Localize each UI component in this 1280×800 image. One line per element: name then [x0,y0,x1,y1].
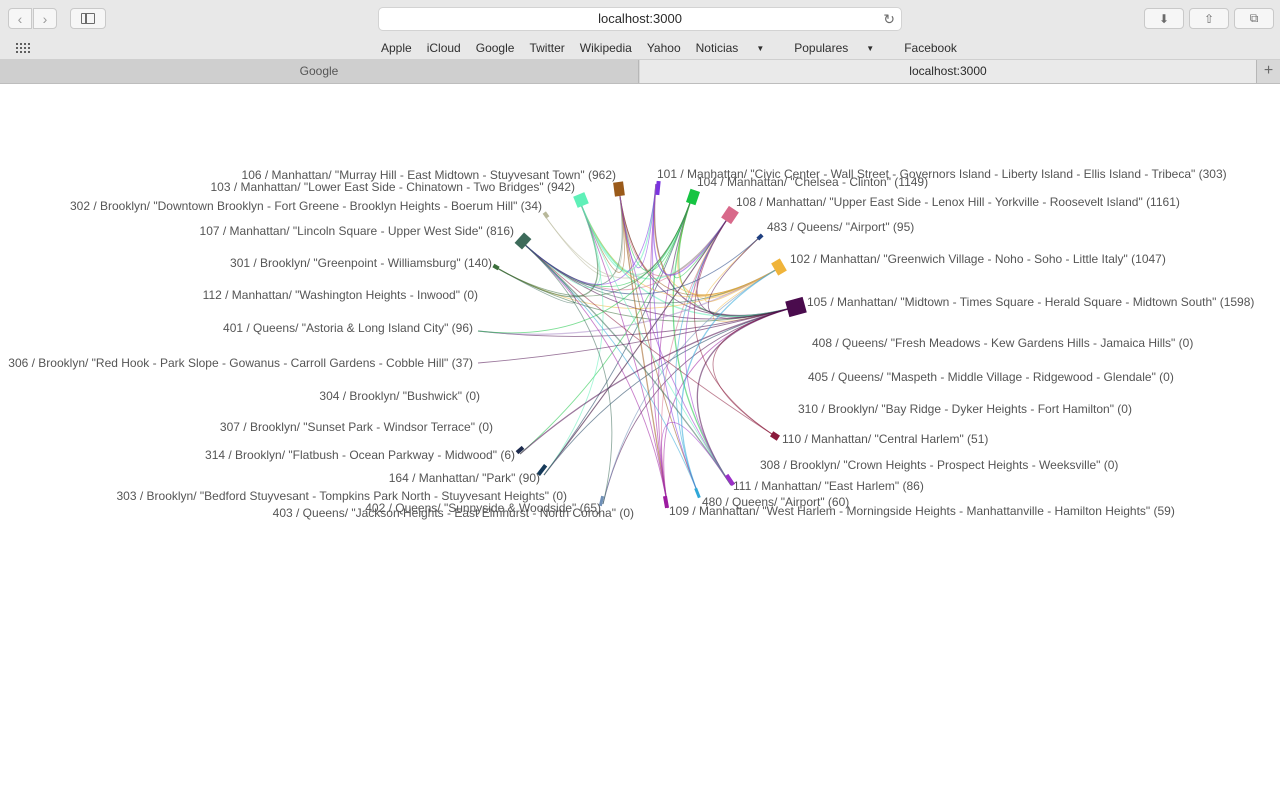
chord-label-301: 301 / Brooklyn/ "Greenpoint - Williamsbu… [230,256,492,270]
chord-label-302: 302 / Brooklyn/ "Downtown Brooklyn - For… [70,199,542,213]
chord-ribbon-103-107[interactable] [522,201,601,288]
chord-label-314: 314 / Brooklyn/ "Flatbush - Ocean Parkwa… [205,448,515,462]
favorite-apple[interactable]: Apple [381,41,412,55]
chord-arc-110[interactable] [770,431,780,441]
reload-icon[interactable]: ↻ [883,8,895,30]
tab-localhost[interactable]: localhost:3000 [640,60,1256,83]
chord-label-110: 110 / Manhattan/ "Central Harlem" (51) [782,432,988,446]
chord-ribbon-105-301[interactable] [496,267,796,322]
chord-arc-104[interactable] [686,188,700,206]
favorite-google[interactable]: Google [476,41,515,55]
share-button[interactable]: ⇧ [1189,8,1229,29]
chord-label-107: 107 / Manhattan/ "Lincoln Square - Upper… [200,224,514,238]
chord-label-164: 164 / Manhattan/ "Park" (90) [389,471,540,485]
chord-ribbons [477,183,796,509]
chord-label-401: 401 / Queens/ "Astoria & Long Island Cit… [223,321,473,335]
apps-grid-icon[interactable] [16,43,30,55]
chord-diagram: 101 / Manhattan/ "Civic Center - Wall St… [8,167,1254,520]
favorite-twitter[interactable]: Twitter [529,41,564,55]
tab-bar: Google localhost:3000 + [0,60,1280,84]
favorite-yahoo[interactable]: Yahoo [647,41,681,55]
tabs-overview-icon: ⧉ [1249,11,1259,25]
chord-arc-106[interactable] [613,181,625,197]
chord-label-308: 308 / Brooklyn/ "Crown Heights - Prospec… [760,458,1118,472]
tab-google[interactable]: Google [0,60,639,83]
chord-label-103: 103 / Manhattan/ "Lower East Side - Chin… [211,180,576,194]
chord-ribbon-108-106[interactable] [618,188,731,277]
chord-arc-480[interactable] [694,487,701,499]
chord-label-102: 102 / Manhattan/ "Greenwich Village - No… [790,252,1166,266]
chord-label-303: 303 / Brooklyn/ "Bedford Stuyvesant - To… [117,489,568,503]
chord-ribbon-101-107[interactable] [522,183,657,285]
forward-button[interactable]: › [33,8,57,29]
favorite-populares-menu[interactable]: Populares ▼ [794,41,889,55]
chord-label-112: 112 / Manhattan/ "Washington Heights - I… [203,288,478,302]
browser-toolbar: ‹ › localhost:3000 ↻ ⬇ ⇧ ⧉ [0,0,1280,38]
download-button[interactable]: ⬇ [1144,8,1184,29]
chord-label-108: 108 / Manhattan/ "Upper East Side - Leno… [736,195,1180,209]
chord-arc-107[interactable] [514,232,532,250]
chord-label-405: 405 / Queens/ "Maspeth - Middle Village … [808,370,1174,384]
favorite-wikipedia[interactable]: Wikipedia [580,41,632,55]
address-bar[interactable]: localhost:3000 ↻ [378,7,902,31]
chord-ribbon-108-111[interactable] [684,214,732,486]
favorite-noticias-menu[interactable]: Noticias ▼ [696,41,780,55]
favorite-populares-label: Populares [794,41,849,55]
chord-label-304: 304 / Brooklyn/ "Bushwick" (0) [319,389,480,403]
chord-label-106: 106 / Manhattan/ "Murray Hill - East Mid… [242,168,616,182]
favorite-noticias-label: Noticias [695,41,739,55]
plus-icon: + [1263,62,1274,79]
chevron-down-icon: ▼ [756,44,765,53]
page-content: 101 / Manhattan/ "Civic Center - Wall St… [0,84,1280,800]
chord-label-104: 104 / Manhattan/ "Chelsea - Clinton" (11… [697,175,928,189]
chord-arc-302[interactable] [542,211,550,219]
tabs-overview-button[interactable]: ⧉ [1234,8,1274,29]
sidebar-toggle-button[interactable] [70,8,106,29]
chevron-right-icon: › [42,10,48,27]
share-icon: ⇧ [1203,11,1215,26]
favorite-facebook[interactable]: Facebook [904,41,957,55]
chord-label-105: 105 / Manhattan/ "Midtown - Times Square… [807,295,1254,309]
chord-label-109: 109 / Manhattan/ "West Harlem - Mornings… [669,504,1175,518]
chord-arc-314[interactable] [515,445,525,455]
chord-label-310: 310 / Brooklyn/ "Bay Ridge - Dyker Heigh… [798,402,1132,416]
new-tab-button[interactable]: + [1256,60,1280,83]
sidebar-icon [81,13,95,24]
url-text: localhost:3000 [598,11,682,26]
chord-arc-105[interactable] [785,296,807,318]
chord-arc-102[interactable] [771,258,787,276]
chevron-left-icon: ‹ [17,10,23,27]
chord-ribbon-105-110[interactable] [712,306,796,439]
chord-ribbon-104-107[interactable] [522,196,693,287]
chord-label-306: 306 / Brooklyn/ "Red Hook - Park Slope -… [8,356,473,370]
chord-arc-103[interactable] [573,192,589,208]
chord-label-307: 307 / Brooklyn/ "Sunset Park - Windsor T… [220,420,493,434]
download-icon: ⬇ [1158,11,1170,26]
chord-label-111: 111 / Manhattan/ "East Harlem" (86) [733,479,924,493]
back-button[interactable]: ‹ [8,8,32,29]
favorites-bar: Apple iCloud Google Twitter Wikipedia Ya… [0,38,1280,60]
favorite-icloud[interactable]: iCloud [427,41,461,55]
chord-label-402: 402 / Queens/ "Sunnyside & Woodside" (65… [365,501,601,515]
chord-arc-101[interactable] [655,180,661,196]
chevron-down-icon: ▼ [866,44,875,53]
chord-label-408: 408 / Queens/ "Fresh Meadows - Kew Garde… [812,336,1193,350]
chord-label-483: 483 / Queens/ "Airport" (95) [767,220,914,234]
